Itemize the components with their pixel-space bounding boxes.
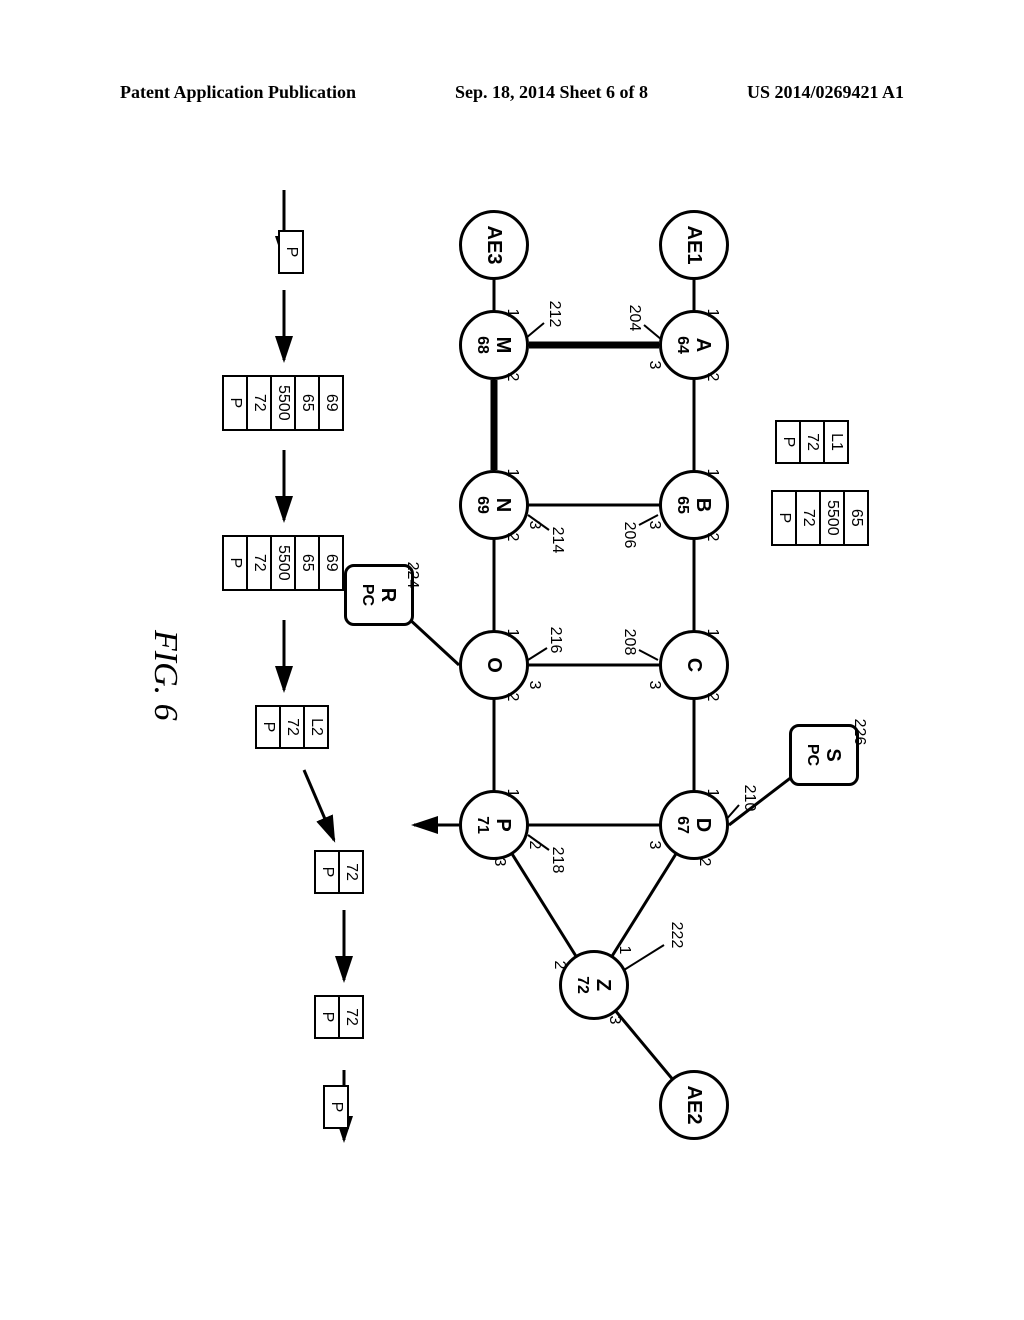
figure-label: FIG. 6 (146, 630, 184, 721)
stack-72a: 72 P (314, 850, 364, 894)
stack-65: 65 5500 72 P (771, 490, 869, 546)
port-label: 1 (703, 469, 721, 478)
refnum-214: 214 (548, 527, 566, 554)
node-z: Z72 (559, 950, 629, 1020)
figure-6-diagram: AE1 AE2 AE3 A64 B65 C D67 Z72 M68 N69 O … (120, 150, 904, 1210)
node-ae1: AE1 (659, 210, 729, 280)
port-label: 1 (503, 789, 521, 798)
port-label: 1 (703, 789, 721, 798)
node-o: O (459, 630, 529, 700)
stack-69b: 69 65 5500 72 P (222, 535, 344, 591)
refnum-212: 212 (545, 301, 563, 328)
figure-wrapper: AE1 AE2 AE3 A64 B65 C D67 Z72 M68 N69 O … (120, 150, 904, 1210)
refnum-224: 224 (403, 562, 421, 589)
port-label: 3 (645, 361, 663, 370)
port-label: 3 (645, 681, 663, 690)
port-label: 3 (525, 521, 543, 530)
port-label: 1 (503, 469, 521, 478)
node-m: M68 (459, 310, 529, 380)
node-s-pc: SPC (789, 724, 859, 786)
port-label: 3 (525, 681, 543, 690)
node-d: D67 (659, 790, 729, 860)
header-left: Patent Application Publication (120, 82, 356, 103)
port-label: 2 (703, 533, 721, 542)
refnum-216: 216 (546, 627, 564, 654)
stack-p-right: P (323, 1085, 349, 1129)
node-ae3: AE3 (459, 210, 529, 280)
port-label: 1 (703, 309, 721, 318)
node-n: N69 (459, 470, 529, 540)
port-label: 2 (503, 533, 521, 542)
port-label: 1 (703, 629, 721, 638)
port-label: 2 (703, 373, 721, 382)
refnum-226: 226 (850, 719, 868, 746)
node-c: C (659, 630, 729, 700)
port-label: 2 (695, 858, 713, 867)
port-label: 3 (645, 521, 663, 530)
refnum-222: 222 (667, 922, 685, 949)
port-label: 3 (645, 841, 663, 850)
refnum-218: 218 (548, 847, 566, 874)
port-label: 2 (525, 841, 543, 850)
refnum-210: 210 (740, 785, 758, 812)
node-p: P71 (459, 790, 529, 860)
port-label: 3 (605, 1016, 623, 1025)
port-label: 1 (503, 629, 521, 638)
node-b: B65 (659, 470, 729, 540)
refnum-206: 206 (620, 522, 638, 549)
header-right: US 2014/0269421 A1 (747, 82, 904, 103)
page-header: Patent Application Publication Sep. 18, … (0, 82, 1024, 103)
refnum-204: 204 (625, 305, 643, 332)
port-label: 2 (503, 373, 521, 382)
port-label: 1 (615, 946, 633, 955)
port-label: 2 (703, 693, 721, 702)
port-label: 2 (550, 961, 568, 970)
stack-p-left: P (278, 230, 304, 274)
port-label: 3 (490, 858, 508, 867)
stack-72b: 72 P (314, 995, 364, 1039)
stack-69a: 69 65 5500 72 P (222, 375, 344, 431)
header-center: Sep. 18, 2014 Sheet 6 of 8 (455, 82, 648, 103)
node-ae2: AE2 (659, 1070, 729, 1140)
node-a: A64 (659, 310, 729, 380)
port-label: 1 (503, 309, 521, 318)
port-label: 2 (503, 693, 521, 702)
stack-l1: L1 72 P (775, 420, 849, 464)
stack-l2: L2 72 P (255, 705, 329, 749)
refnum-208: 208 (620, 629, 638, 656)
